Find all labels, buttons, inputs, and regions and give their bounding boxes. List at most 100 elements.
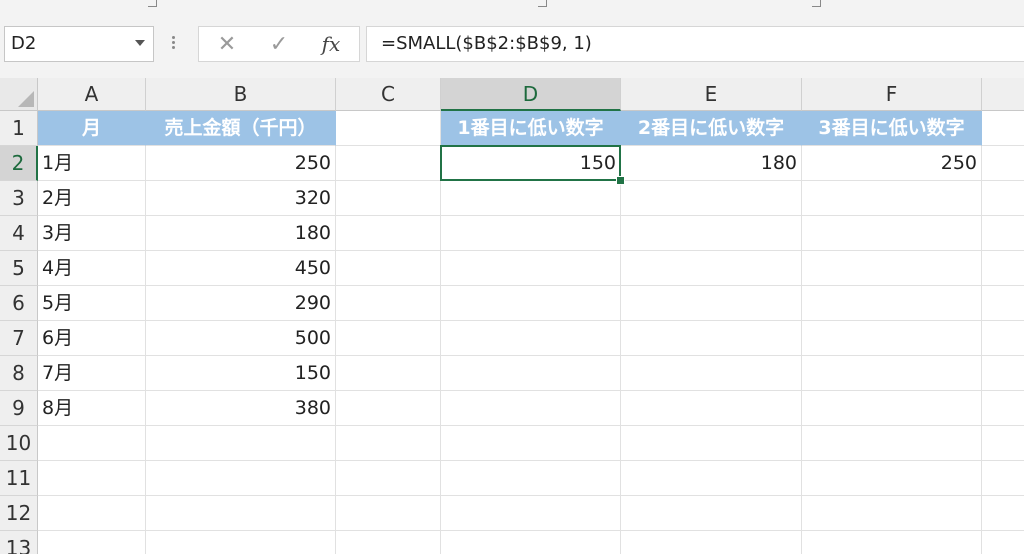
cell-a6[interactable]: 5月 xyxy=(38,286,146,321)
cell-a1[interactable]: 月 xyxy=(38,111,146,146)
cell-a2[interactable]: 1月 xyxy=(38,146,146,181)
cell[interactable] xyxy=(982,286,1024,321)
cell-a9[interactable]: 8月 xyxy=(38,391,146,426)
cell-b11[interactable] xyxy=(146,461,336,496)
cell-e3[interactable] xyxy=(621,181,802,216)
cell-d11[interactable] xyxy=(441,461,621,496)
cell-e10[interactable] xyxy=(621,426,802,461)
cell-d7[interactable] xyxy=(441,321,621,356)
cell[interactable] xyxy=(982,146,1024,181)
cell[interactable] xyxy=(982,496,1024,531)
spreadsheet-grid[interactable]: A B C D E F 1 月売上金額（千円） 1番目に低い数字 2番目に低い数字 3番目に低い数字… xyxy=(0,78,1024,554)
row-header-12[interactable]: 12 xyxy=(0,496,38,531)
cell-d2[interactable]: 150 xyxy=(441,146,621,181)
ribbon-launcher-icon[interactable] xyxy=(812,0,821,7)
row-header-13[interactable]: 13 xyxy=(0,531,38,554)
fx-icon[interactable]: fx xyxy=(311,27,351,61)
row-header-10[interactable]: 10 xyxy=(0,426,38,461)
row-header-2[interactable]: 2 xyxy=(0,146,38,181)
cell-b1[interactable]: 売上金額（千円） xyxy=(146,111,336,146)
cell-e13[interactable] xyxy=(621,531,802,554)
cell-f4[interactable] xyxy=(802,216,982,251)
cell-c8[interactable] xyxy=(336,356,441,391)
cell-b8[interactable]: 150 xyxy=(146,356,336,391)
cell-c2[interactable] xyxy=(336,146,441,181)
cell-f10[interactable] xyxy=(802,426,982,461)
cell-a10[interactable] xyxy=(38,426,146,461)
row-header-9[interactable]: 9 xyxy=(0,391,38,426)
cell-a7[interactable]: 6月 xyxy=(38,321,146,356)
cell-d13[interactable] xyxy=(441,531,621,554)
row-header-1[interactable]: 1 xyxy=(0,111,38,146)
column-header-e[interactable]: E xyxy=(621,78,802,111)
cell-e7[interactable] xyxy=(621,321,802,356)
drag-handle-icon[interactable] xyxy=(172,34,176,54)
ribbon-launcher-icon[interactable] xyxy=(538,0,547,7)
row-header-6[interactable]: 6 xyxy=(0,286,38,321)
cell-c6[interactable] xyxy=(336,286,441,321)
name-box[interactable]: D2 xyxy=(4,26,154,62)
cell-c9[interactable] xyxy=(336,391,441,426)
cell[interactable] xyxy=(982,181,1024,216)
cell-b4[interactable]: 180 xyxy=(146,216,336,251)
close-icon[interactable]: ✕ xyxy=(207,27,247,61)
cell-a5[interactable]: 4月 xyxy=(38,251,146,286)
row-header-8[interactable]: 8 xyxy=(0,356,38,391)
cell-b9[interactable]: 380 xyxy=(146,391,336,426)
cell-f9[interactable] xyxy=(802,391,982,426)
cell-c12[interactable] xyxy=(336,496,441,531)
row-header-7[interactable]: 7 xyxy=(0,321,38,356)
cell-d5[interactable] xyxy=(441,251,621,286)
cell-a12[interactable] xyxy=(38,496,146,531)
cell[interactable] xyxy=(982,356,1024,391)
cell[interactable] xyxy=(982,426,1024,461)
row-header-4[interactable]: 4 xyxy=(0,216,38,251)
cell-b6[interactable]: 290 xyxy=(146,286,336,321)
column-header[interactable] xyxy=(982,78,1024,111)
cell-c10[interactable] xyxy=(336,426,441,461)
cell-e5[interactable] xyxy=(621,251,802,286)
cell[interactable] xyxy=(982,251,1024,286)
cell-e4[interactable] xyxy=(621,216,802,251)
fill-handle[interactable] xyxy=(616,176,625,185)
cell-f11[interactable] xyxy=(802,461,982,496)
cell-d4[interactable] xyxy=(441,216,621,251)
cell-e12[interactable] xyxy=(621,496,802,531)
formula-input[interactable]: =SMALL($B$2:$B$9, 1) xyxy=(366,26,1024,62)
cell-d6[interactable] xyxy=(441,286,621,321)
cell[interactable] xyxy=(982,391,1024,426)
row-header-11[interactable]: 11 xyxy=(0,461,38,496)
cell[interactable] xyxy=(982,461,1024,496)
cell-b13[interactable] xyxy=(146,531,336,554)
cell-f5[interactable] xyxy=(802,251,982,286)
cell-c13[interactable] xyxy=(336,531,441,554)
cell-b5[interactable]: 450 xyxy=(146,251,336,286)
name-box-value[interactable]: D2 xyxy=(11,27,36,61)
column-header-a[interactable]: A xyxy=(38,78,146,111)
cell-c4[interactable] xyxy=(336,216,441,251)
cell-c11[interactable] xyxy=(336,461,441,496)
cell-b2[interactable]: 250 xyxy=(146,146,336,181)
cell-e8[interactable] xyxy=(621,356,802,391)
check-icon[interactable]: ✓ xyxy=(259,27,299,61)
cell-a11[interactable] xyxy=(38,461,146,496)
formula-text[interactable]: =SMALL($B$2:$B$9, 1) xyxy=(381,27,592,61)
cell[interactable] xyxy=(982,321,1024,356)
cell-f3[interactable] xyxy=(802,181,982,216)
column-header-d[interactable]: D xyxy=(441,78,621,111)
cell-d3[interactable] xyxy=(441,181,621,216)
cell-c1[interactable] xyxy=(336,111,441,146)
cell-f8[interactable] xyxy=(802,356,982,391)
cell[interactable] xyxy=(982,111,1024,146)
cell-a4[interactable]: 3月 xyxy=(38,216,146,251)
cell-f12[interactable] xyxy=(802,496,982,531)
cell-d1[interactable]: 1番目に低い数字 xyxy=(441,111,621,146)
cell-a8[interactable]: 7月 xyxy=(38,356,146,391)
cell[interactable] xyxy=(982,216,1024,251)
cell-e1[interactable]: 2番目に低い数字 xyxy=(621,111,802,146)
cell-f2[interactable]: 250 xyxy=(802,146,982,181)
cell-f1[interactable]: 3番目に低い数字 xyxy=(802,111,982,146)
cell-c5[interactable] xyxy=(336,251,441,286)
cell-a3[interactable]: 2月 xyxy=(38,181,146,216)
ribbon-launcher-icon[interactable] xyxy=(148,0,157,7)
